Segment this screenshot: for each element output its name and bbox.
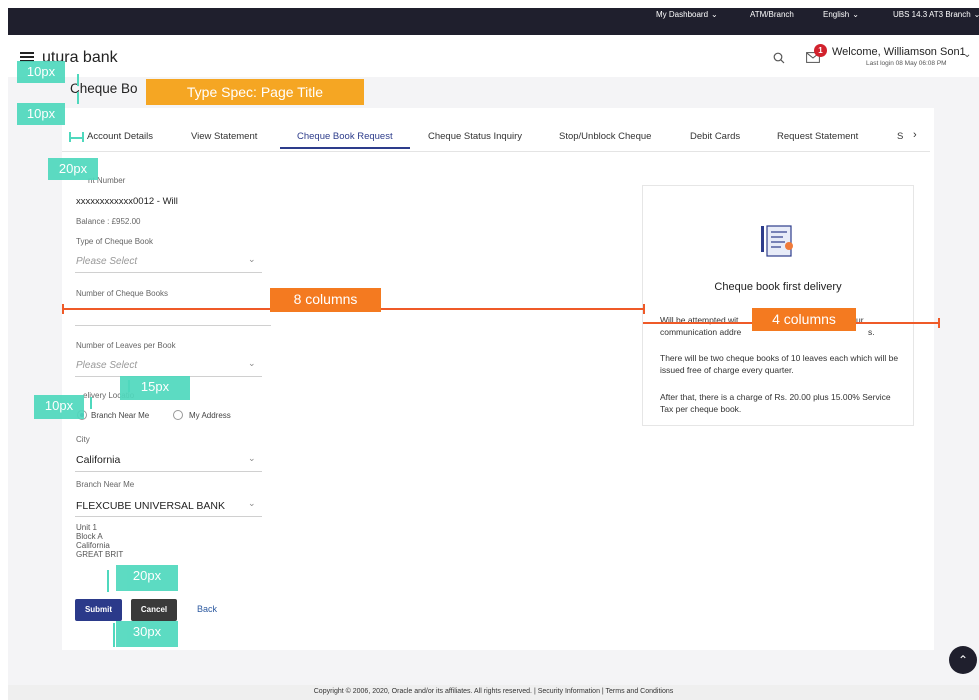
field-underline [75,272,262,273]
annotation-spacing: 30px [116,621,178,647]
city-select[interactable]: California [76,454,120,466]
notification-badge: 1 [814,44,827,57]
address-line: California [76,541,110,550]
tab-cheque-book-request[interactable]: Cheque Book Request [297,131,393,142]
field-underline [75,471,262,472]
cheque-type-label: Type of Cheque Book [76,237,153,246]
radio-branch-near-me-label: Branch Near Me [91,411,150,420]
info-title: Cheque book first delivery [714,281,842,293]
spacing-marker [69,132,71,142]
field-underline [75,516,262,517]
cheque-type-select[interactable]: Please Select [76,256,137,267]
copyright-text: Copyright © 2006, 2020, Oracle and/or it… [313,688,674,695]
guide-tick [62,304,64,314]
annotation-spacing: 10px [17,61,65,83]
chevron-down-icon: ⌄ [973,10,979,19]
active-tab-indicator [280,147,410,149]
tab-debit-cards[interactable]: Debit Cards [690,131,740,142]
branch-menu[interactable]: UBS 14.3 AT3 Branch ⌄ [893,10,979,20]
radio-my-address[interactable] [173,410,183,420]
spacing-marker [113,623,115,647]
branch-near-me-label: Branch Near Me [76,480,135,489]
radio-my-address-label: My Address [189,411,231,420]
chevron-down-icon[interactable]: ⌄ [963,49,971,60]
annotation-spacing: 20px [116,565,178,591]
annotation-spacing: 10px [17,103,65,125]
spacing-marker [77,92,79,104]
cancel-button[interactable]: Cancel [131,599,177,621]
annotation-four-columns: 4 columns [752,308,856,331]
balance-text: Balance : £952.00 [76,217,141,226]
num-leaves-select[interactable]: Please Select [76,360,137,371]
submit-button[interactable]: Submit [75,599,122,621]
page-title: Cheque Bo [70,81,138,96]
back-link[interactable]: Back [197,604,217,614]
spacing-marker [82,132,84,142]
guide-tick [938,318,940,328]
account-number-value[interactable]: xxxxxxxxxxxx0012 - Will [76,196,178,207]
chevron-down-icon: ⌄ [711,10,718,19]
tab-view-statement[interactable]: View Statement [191,131,257,142]
my-dashboard-menu[interactable]: My Dashboard ⌄ [656,10,718,20]
chevron-down-icon: ⌄ [248,453,256,463]
annotation-spacing: 15px [120,376,190,400]
spacing-marker [90,397,92,409]
scroll-to-top-button[interactable]: ⌃ [949,646,977,674]
annotation-spacing: 20px [48,158,98,180]
tab-request-statement[interactable]: Request Statement [777,131,858,142]
cheque-book-icon [761,225,793,257]
chevron-right-icon[interactable]: › [913,129,917,141]
tab-stop-unblock-cheque[interactable]: Stop/Unblock Cheque [559,131,651,142]
branch-select[interactable]: FLEXCUBE UNIVERSAL BANK [76,500,225,512]
info-text: After that, there is a charge of Rs. 20.… [660,392,891,414]
info-text: ur [856,315,864,325]
annotation-spacing: 10px [34,395,84,419]
address-line: Unit 1 [76,523,97,532]
chevron-down-icon: ⌄ [248,498,256,508]
tab-account-details[interactable]: Account Details [87,131,153,142]
city-label: City [76,435,90,444]
address-line: GREAT BRIT [76,550,124,559]
spacing-marker [77,74,79,86]
address-line: Block A [76,532,103,541]
spacing-marker [69,137,83,139]
field-underline [75,325,271,326]
tab-cheque-status-inquiry[interactable]: Cheque Status Inquiry [428,131,522,142]
search-icon[interactable] [773,52,785,64]
num-books-label: Number of Cheque Books [76,289,169,298]
tab-more[interactable]: S [897,131,903,142]
guide-tick [643,304,645,314]
info-text: s. [868,327,875,337]
atm-branch-link[interactable]: ATM/Branch [750,10,794,20]
welcome-text[interactable]: Welcome, Williamson Son1 [832,46,966,58]
chevron-down-icon: ⌄ [248,254,256,264]
info-text: There will be two cheque books of 10 lea… [660,353,899,375]
num-leaves-label: Number of Leaves per Book [76,341,176,350]
spacing-marker [107,570,109,592]
last-login-text: Last login 08 May 06:08 PM [866,60,947,67]
chevron-down-icon: ⌄ [852,10,859,19]
language-menu[interactable]: English ⌄ [823,10,859,20]
annotation-page-title-spec: Type Spec: Page Title [146,79,364,105]
annotation-eight-columns: 8 columns [270,288,381,312]
chevron-down-icon: ⌄ [248,358,256,368]
